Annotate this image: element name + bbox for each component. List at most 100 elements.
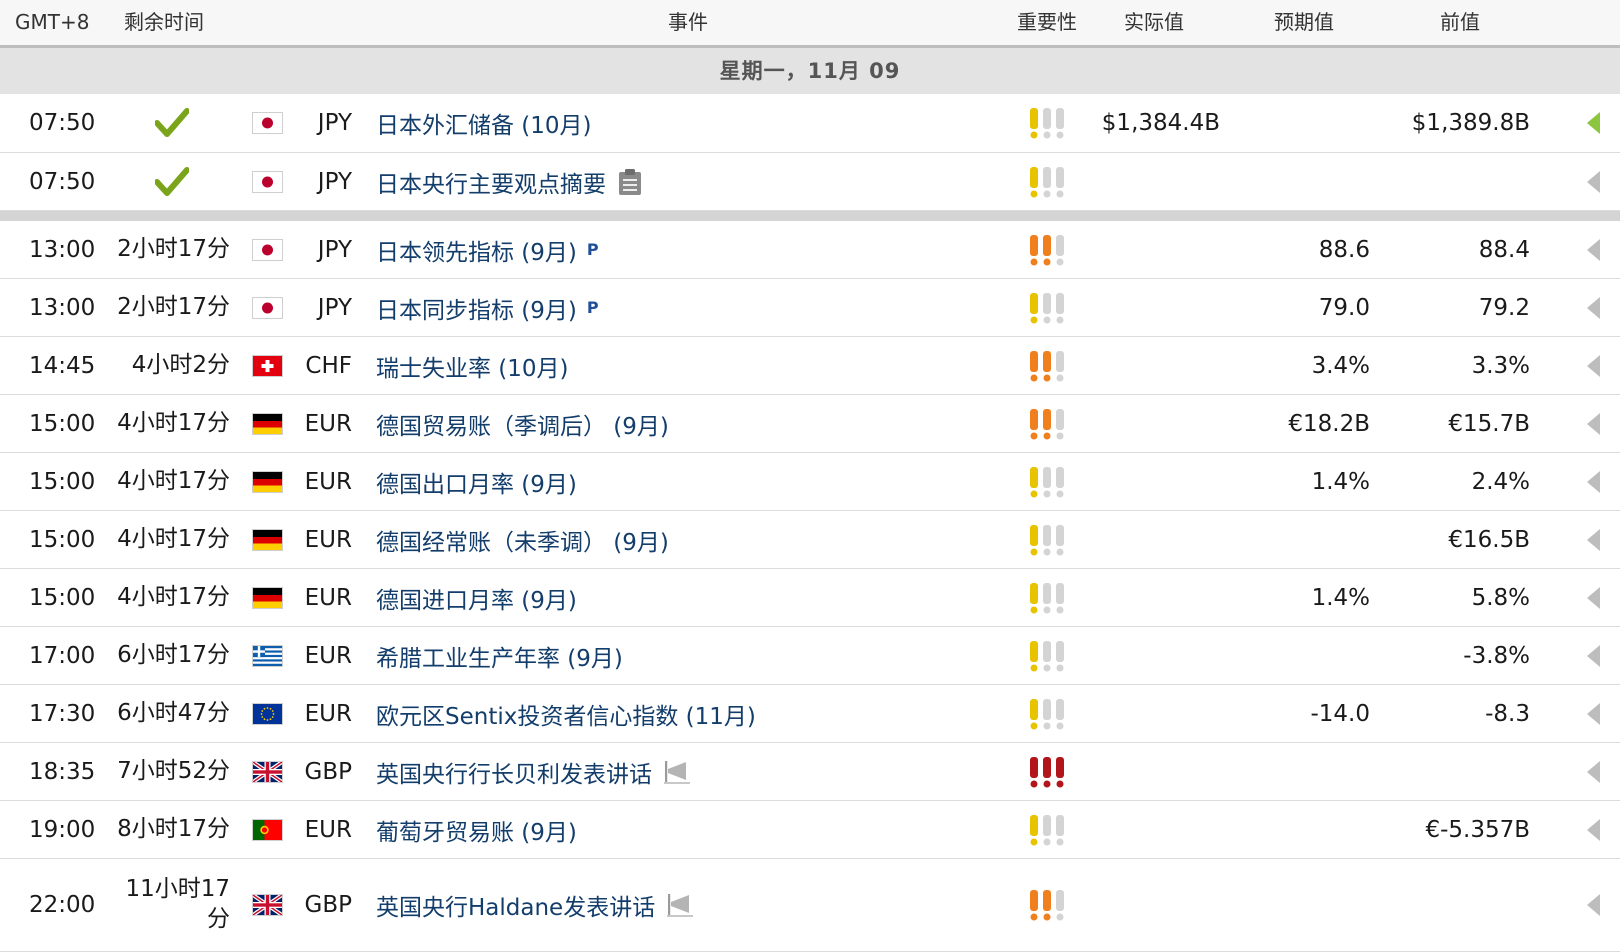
currency-code: JPY (317, 110, 352, 136)
event-row[interactable]: 15:00 4小时17分 EUR 德国进口月率 (9月) 1.4% 5.8% (0, 569, 1620, 627)
event-name-link[interactable]: 日本央行主要观点摘要 (376, 153, 642, 210)
expand-row-arrow-icon[interactable] (1583, 801, 1603, 858)
currency-code: EUR (304, 642, 352, 669)
time-remaining: 6小时17分 (117, 641, 230, 668)
forecast-value: 3.4% (1311, 352, 1370, 379)
speech-megaphone-icon[interactable] (655, 892, 694, 918)
event-name-link[interactable]: 德国经常账（未季调） (9月) (376, 511, 669, 568)
currency-code: GBP (304, 758, 352, 785)
arrow-left-icon (1586, 586, 1600, 609)
event-row[interactable]: 19:00 8小时17分 EUR 葡萄牙贸易账 (9月) €-5.357B (0, 801, 1620, 859)
country-flag-icon (252, 221, 282, 278)
expand-row-arrow-icon[interactable] (1583, 453, 1603, 510)
event-row[interactable]: 14:45 4小时2分 CHF 瑞士失业率 (10月) 3.4% 3.3% (0, 337, 1620, 395)
header-previous: 前值 (1440, 10, 1480, 34)
expand-row-arrow-icon[interactable] (1583, 153, 1603, 210)
currency-code: GBP (304, 892, 352, 918)
currency-code: EUR (304, 700, 352, 727)
de-flag-icon (252, 471, 282, 492)
header-timezone[interactable]: GMT+8 (15, 0, 89, 45)
previous-value: -3.8% (1463, 642, 1530, 669)
currency-code: EUR (304, 410, 352, 437)
event-name-link[interactable]: 英国央行Haldane发表讲话 (376, 859, 694, 951)
previous-value: €15.7B (1448, 410, 1530, 437)
expand-row-arrow-icon[interactable] (1583, 569, 1603, 626)
event-name: 英国央行Haldane发表讲话 (376, 895, 656, 921)
country-flag-icon (252, 453, 282, 510)
country-flag-icon (252, 685, 282, 742)
time-remaining: 8小时17分 (117, 815, 230, 842)
time-remaining: 7小时52分 (117, 757, 230, 784)
event-name-link[interactable]: 德国进口月率 (9月) (376, 569, 577, 626)
event-name-link[interactable]: 欧元区Sentix投资者信心指数 (11月) (376, 685, 756, 742)
de-flag-icon (252, 587, 282, 608)
event-row[interactable]: 22:00 11小时17 分 GBP 英国央行Haldane发表讲话 (0, 859, 1620, 952)
currency-code: EUR (304, 526, 352, 553)
expand-row-arrow-icon[interactable] (1583, 279, 1603, 336)
event-name-link[interactable]: 希腊工业生产年率 (9月) (376, 627, 623, 684)
arrow-left-icon (1586, 296, 1600, 319)
expand-row-arrow-icon[interactable] (1583, 627, 1603, 684)
event-name-link[interactable]: 德国贸易账（季调后） (9月) (376, 395, 669, 452)
event-name-link[interactable]: 葡萄牙贸易账 (9月) (376, 801, 577, 858)
importance-indicator-icon (1027, 395, 1067, 452)
event-row[interactable]: 17:30 6小时47分 EUR 欧元区Sentix投资者信心指数 (11月) -14.… (0, 685, 1620, 743)
event-name-link[interactable]: 日本领先指标 (9月) P (376, 221, 599, 278)
expand-row-arrow-icon[interactable] (1583, 859, 1603, 951)
arrow-left-icon (1586, 354, 1600, 377)
event-row[interactable]: 15:00 4小时17分 EUR 德国贸易账（季调后） (9月) €18.2B €15.7… (0, 395, 1620, 453)
expand-row-arrow-icon[interactable] (1583, 511, 1603, 568)
event-name-link[interactable]: 德国出口月率 (9月) (376, 453, 577, 510)
importance-indicator-icon (1027, 801, 1067, 858)
economic-calendar: GMT+8 剩余时间 事件 重要性 实际值 预期值 前值 星期一，11月 09 … (0, 0, 1620, 952)
jp-flag-icon (252, 113, 282, 133)
expand-row-arrow-icon[interactable] (1583, 395, 1603, 452)
event-row[interactable]: 15:00 4小时17分 EUR 德国经常账（未季调） (9月) €16.5B (0, 511, 1620, 569)
currency-code: CHF (305, 352, 352, 379)
time-remaining: 11小时17 分 (125, 859, 230, 951)
jp-flag-icon (252, 239, 282, 260)
event-name: 德国出口月率 (9月) (376, 471, 577, 498)
event-name-link[interactable]: 日本外汇储备 (10月) (376, 94, 592, 152)
event-name: 葡萄牙贸易账 (9月) (376, 819, 577, 846)
event-row[interactable]: 15:00 4小时17分 EUR 德国出口月率 (9月) 1.4% 2.4% (0, 453, 1620, 511)
expand-row-arrow-icon[interactable] (1583, 94, 1603, 152)
importance-indicator-icon (1027, 153, 1067, 210)
event-row[interactable]: 07:50 JPY 日本外汇储备 (10月) $1,384.4B $1,389.8B (0, 94, 1620, 153)
event-name-link[interactable]: 日本同步指标 (9月) P (376, 279, 599, 336)
event-time: 14:45 (29, 352, 96, 379)
previous-value: €16.5B (1448, 526, 1530, 553)
event-name: 德国贸易账（季调后） (9月) (376, 413, 669, 440)
forecast-value: -14.0 (1310, 700, 1370, 727)
expand-row-arrow-icon[interactable] (1583, 685, 1603, 742)
time-remaining: 4小时17分 (117, 583, 230, 610)
forecast-value: 79.0 (1318, 294, 1370, 321)
event-row[interactable]: 13:00 2小时17分 JPY 日本领先指标 (9月) P 88.6 88.4 (0, 221, 1620, 279)
expand-row-arrow-icon[interactable] (1583, 743, 1603, 800)
importance-indicator-icon (1027, 221, 1067, 278)
time-remaining: 4小时2分 (131, 351, 230, 378)
past-upcoming-separator (0, 211, 1620, 221)
event-name-link[interactable]: 瑞士失业率 (10月) (376, 337, 569, 394)
gb-flag-icon (252, 895, 282, 915)
arrow-left-icon (1586, 412, 1600, 435)
speech-megaphone-icon[interactable] (652, 759, 690, 785)
country-flag-icon (252, 153, 282, 210)
previous-value: 79.2 (1478, 294, 1530, 321)
arrow-left-icon (1586, 170, 1600, 193)
event-row[interactable]: 18:35 7小时52分 GBP 英国央行行长贝利发表讲话 (0, 743, 1620, 801)
expand-row-arrow-icon[interactable] (1583, 221, 1603, 278)
report-clipboard-icon[interactable] (606, 168, 642, 196)
gr-flag-icon (252, 645, 282, 666)
event-row[interactable]: 17:00 6小时17分 EUR 希腊工业生产年率 (9月) -3.8% (0, 627, 1620, 685)
expand-row-arrow-icon[interactable] (1583, 337, 1603, 394)
event-name-link[interactable]: 英国央行行长贝利发表讲话 (376, 743, 690, 800)
event-row[interactable]: 07:50 JPY 日本央行主要观点摘要 (0, 153, 1620, 211)
preliminary-badge: P (586, 240, 599, 259)
event-time: 17:00 (29, 642, 96, 669)
country-flag-icon (252, 743, 282, 800)
event-name: 希腊工业生产年率 (9月) (376, 645, 623, 672)
time-remaining: 6小时47分 (117, 699, 230, 726)
event-row[interactable]: 13:00 2小时17分 JPY 日本同步指标 (9月) P 79.0 79.2 (0, 279, 1620, 337)
currency-code: EUR (304, 468, 352, 495)
